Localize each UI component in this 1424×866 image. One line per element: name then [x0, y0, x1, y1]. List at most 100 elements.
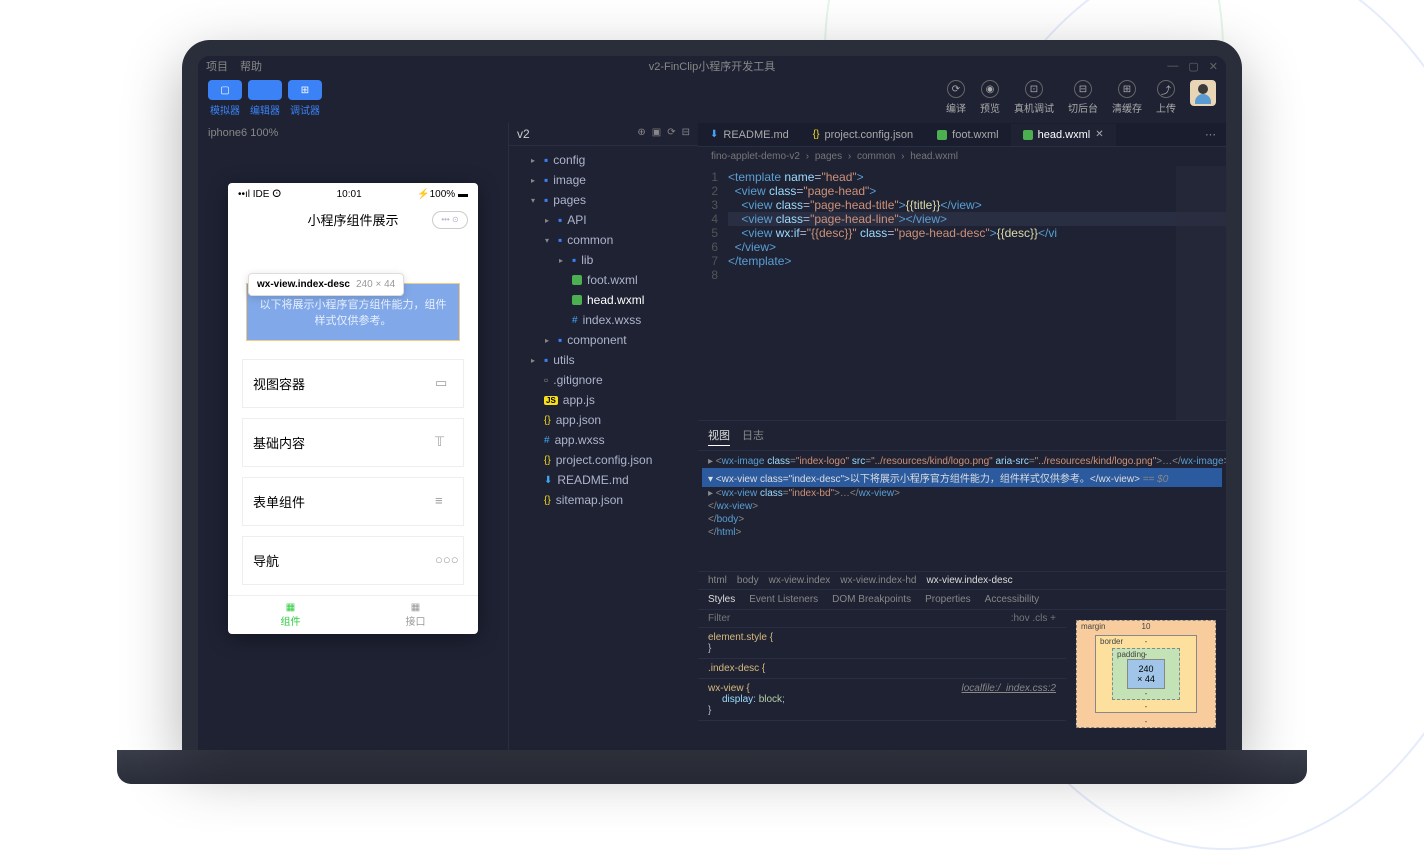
action-1[interactable]: ◉预览: [980, 80, 1000, 115]
tree-css-index.wxss[interactable]: #index.wxss: [509, 310, 698, 330]
box-padding-top: -: [1145, 650, 1148, 659]
status-battery: ⚡100% ▬: [417, 189, 468, 200]
laptop-base: [117, 750, 1307, 784]
maximize-icon[interactable]: ▢: [1188, 60, 1198, 73]
tree-folder-component[interactable]: ▸▪component: [509, 330, 698, 350]
styles-subtab-Event Listeners[interactable]: Event Listeners: [749, 594, 818, 605]
box-margin-top: 10: [1142, 622, 1151, 631]
minimap[interactable]: [1176, 166, 1226, 420]
tab-icon: ▦: [411, 602, 420, 613]
action-3[interactable]: ⊟切后台: [1068, 80, 1098, 115]
mode-pill-0[interactable]: ▢模拟器: [208, 80, 242, 117]
item-label: 基础内容: [253, 433, 305, 452]
styles-pane[interactable]: Filter :hov .cls + element.style {}.inde…: [698, 610, 1066, 750]
styles-subtab-Styles[interactable]: Styles: [708, 594, 735, 605]
menu-help[interactable]: 帮助: [240, 58, 262, 74]
tree-file-.gitignore[interactable]: ▫.gitignore: [509, 370, 698, 390]
tree-folder-utils[interactable]: ▸▪utils: [509, 350, 698, 370]
tooltip-dimensions: 240 × 44: [356, 279, 395, 290]
item-label: 表单组件: [253, 492, 305, 511]
tree-js-app.js[interactable]: JSapp.js: [509, 390, 698, 410]
collapse-icon[interactable]: ⊟: [682, 127, 690, 141]
editor-tab-head.wxml[interactable]: head.wxml✕: [1011, 124, 1116, 146]
filter-actions[interactable]: :hov .cls +: [1011, 613, 1056, 624]
file-explorer: v2 ⊕ ▣ ⟳ ⊟ ▸▪config▸▪image▾▪pages▸▪API▾▪…: [508, 123, 698, 750]
tree-json-app.json[interactable]: {}app.json: [509, 410, 698, 430]
capsule-button[interactable]: ••• ⊙: [432, 211, 468, 229]
devtools-panel: 视图日志 ▸ <wx-image class="index-logo" src=…: [698, 420, 1226, 750]
status-signal: ••ıl IDE ⵙ: [238, 189, 281, 200]
new-folder-icon[interactable]: ▣: [652, 127, 661, 141]
inspect-tooltip: wx-view.index-desc 240 × 44: [248, 273, 404, 296]
css-rule[interactable]: wx-view {localfile:/_index.css:2display:…: [698, 679, 1066, 721]
filter-input[interactable]: Filter: [708, 613, 730, 624]
tree-folder-common[interactable]: ▾▪common: [509, 230, 698, 250]
minimize-icon[interactable]: —: [1167, 60, 1178, 73]
phone-preview[interactable]: ••ıl IDE ⵙ 10:01 ⚡100% ▬ 小程序组件展示 ••• ⊙ w…: [228, 183, 478, 634]
list-item[interactable]: 表单组件 ≡: [242, 477, 464, 526]
status-time: 10:01: [337, 189, 362, 200]
dom-tree[interactable]: ▸ <wx-image class="index-logo" src="../r…: [698, 451, 1226, 571]
action-0[interactable]: ⟳编译: [946, 80, 966, 115]
css-rule[interactable]: element.style {}: [698, 628, 1066, 659]
device-info: iphone6 100%: [198, 123, 508, 143]
action-4[interactable]: ⊞清缓存: [1112, 80, 1142, 115]
crumb-item[interactable]: wx-view.index-desc: [926, 575, 1012, 586]
tree-json-sitemap.json[interactable]: {}sitemap.json: [509, 490, 698, 510]
dom-breadcrumb[interactable]: html body wx-view.index wx-view.index-hd wx-…: [698, 571, 1226, 590]
tree-folder-pages[interactable]: ▾▪pages: [509, 190, 698, 210]
devtools-tab-日志[interactable]: 日志: [742, 425, 764, 446]
camera-dot: [709, 47, 715, 53]
list-item[interactable]: 视图容器▭: [242, 359, 464, 408]
editor-tab-project.config.json[interactable]: {}project.config.json: [801, 124, 925, 146]
tree-md-README.md[interactable]: ⬇README.md: [509, 470, 698, 490]
tab-overflow-icon[interactable]: ⋯: [1195, 123, 1226, 146]
breadcrumb: fino-applet-demo-v2 › pages › common › h…: [698, 147, 1226, 166]
tree-folder-lib[interactable]: ▸▪lib: [509, 250, 698, 270]
item-icon: ≡: [435, 493, 453, 511]
crumb-item[interactable]: wx-view.index: [769, 575, 831, 586]
mode-pill-1[interactable]: 编辑器: [248, 80, 282, 117]
selected-dom-node[interactable]: ▾ <wx-view class="index-desc">以下将展示小程序官方…: [702, 468, 1222, 487]
user-avatar[interactable]: [1190, 80, 1216, 106]
list-item[interactable]: 基础内容𝕋: [242, 418, 464, 467]
item-label: 视图容器: [253, 374, 305, 393]
editor-tab-foot.wxml[interactable]: foot.wxml: [925, 124, 1010, 146]
editor-area: ⬇README.md{}project.config.jsonfoot.wxml…: [698, 123, 1226, 750]
title-bar: 项目 帮助 v2-FinClip小程序开发工具 — ▢ ✕: [198, 56, 1226, 76]
editor-tab-README.md[interactable]: ⬇README.md: [698, 124, 801, 146]
tree-json-project.config.json[interactable]: {}project.config.json: [509, 450, 698, 470]
item-icon: ○○○: [435, 552, 453, 570]
refresh-icon[interactable]: ⟳: [667, 127, 675, 141]
crumb-item[interactable]: wx-view.index-hd: [840, 575, 916, 586]
menu-project[interactable]: 项目: [206, 58, 228, 74]
tree-wxml-head.wxml[interactable]: head.wxml: [509, 290, 698, 310]
devtools-tab-视图[interactable]: 视图: [708, 425, 730, 446]
mode-pill-2[interactable]: ⊞调试器: [288, 80, 322, 117]
tooltip-selector: wx-view.index-desc: [257, 279, 350, 290]
tab-接口[interactable]: ▦接口: [353, 596, 478, 634]
tree-folder-image[interactable]: ▸▪image: [509, 170, 698, 190]
css-rule[interactable]: .index-desc {</span></div><div><span cla…: [698, 659, 1066, 679]
action-5[interactable]: ⤴上传: [1156, 80, 1176, 115]
tree-folder-config[interactable]: ▸▪config: [509, 150, 698, 170]
styles-subtab-Accessibility[interactable]: Accessibility: [985, 594, 1039, 605]
close-icon[interactable]: ✕: [1209, 60, 1218, 73]
new-file-icon[interactable]: ⊕: [637, 127, 645, 141]
explorer-root: v2: [517, 127, 530, 141]
tab-组件[interactable]: ▦组件: [228, 596, 353, 634]
list-item[interactable]: 导航 ○○○: [242, 536, 464, 585]
styles-subtab-DOM Breakpoints[interactable]: DOM Breakpoints: [832, 594, 911, 605]
tree-wxml-foot.wxml[interactable]: foot.wxml: [509, 270, 698, 290]
styles-subtab-Properties[interactable]: Properties: [925, 594, 971, 605]
code-editor[interactable]: 1<template name="head">2 <view class="pa…: [698, 166, 1226, 420]
crumb-item[interactable]: body: [737, 575, 759, 586]
item-label: 导航: [253, 551, 279, 570]
tree-folder-API[interactable]: ▸▪API: [509, 210, 698, 230]
close-icon[interactable]: ✕: [1095, 129, 1103, 140]
tree-css-app.wxss[interactable]: #app.wxss: [509, 430, 698, 450]
box-model: margin 10 border - padding -: [1066, 610, 1226, 750]
crumb-item[interactable]: html: [708, 575, 727, 586]
tab-icon: ▦: [286, 602, 295, 613]
action-2[interactable]: ⊡真机调试: [1014, 80, 1054, 115]
